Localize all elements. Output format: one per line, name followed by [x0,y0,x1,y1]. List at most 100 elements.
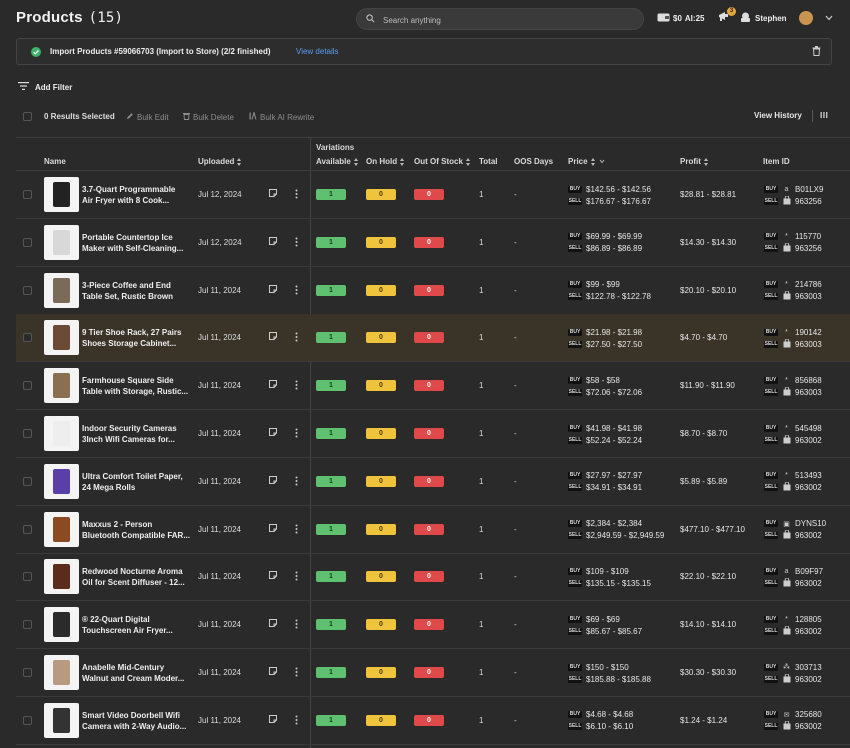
credits-widget[interactable]: $0 AI:25 [657,13,704,24]
sell-item-id[interactable]: 963003 [795,292,822,301]
row-checkbox[interactable] [23,620,32,630]
more-options-icon[interactable] [295,380,298,392]
more-options-icon[interactable] [295,285,298,297]
sort-icon[interactable] [465,157,471,166]
available-count[interactable]: 1 [316,284,346,296]
out-of-stock-count[interactable]: 0 [414,475,444,487]
table-row[interactable]: Farmhouse Square Side Table with Storage,… [16,362,850,411]
sell-item-id[interactable]: 963002 [795,722,822,731]
sell-item-id[interactable]: 963256 [795,244,822,253]
buy-item-id[interactable]: 513493 [795,471,822,480]
buy-item-id[interactable]: DYNS10 [795,519,826,528]
product-name[interactable]: Smart Video Doorbell Wifi Camera with 2-W… [82,710,194,732]
avatar[interactable] [798,11,813,25]
product-thumbnail[interactable] [44,272,79,308]
out-of-stock-count[interactable]: 0 [414,189,444,200]
row-checkbox[interactable] [23,285,32,295]
more-options-icon[interactable] [295,619,298,631]
sort-icon[interactable] [590,157,596,166]
table-row[interactable]: Anabelle Mid-Century Walnut and Cream Mod… [16,649,850,697]
on-hold-count[interactable]: 0 [366,236,396,248]
out-of-stock-count[interactable]: 0 [414,523,444,535]
note-icon[interactable] [269,332,277,342]
out-of-stock-count[interactable]: 0 [414,332,444,344]
product-thumbnail[interactable] [44,559,79,595]
row-checkbox[interactable] [23,333,32,343]
sell-item-id[interactable]: 963002 [795,436,822,445]
product-thumbnail[interactable] [44,607,79,643]
on-hold-header[interactable]: On Hold [366,157,405,166]
sell-item-id[interactable]: 963256 [795,197,822,206]
buy-item-id[interactable]: 190142 [795,328,822,337]
oos-days-header[interactable]: OOS Days [514,157,553,166]
product-thumbnail[interactable] [44,655,79,690]
note-icon[interactable] [269,523,277,534]
out-of-stock-count[interactable]: 0 [414,714,444,726]
more-options-icon[interactable] [295,237,298,249]
on-hold-count[interactable]: 0 [366,189,396,200]
product-name[interactable]: Ultra Comfort Toilet Paper, 24 Mega Rolls [82,471,194,493]
available-count[interactable]: 1 [316,571,346,583]
sort-icon[interactable] [703,157,709,166]
product-name[interactable]: 3.7-Quart Programmable Air Fryer with 8 C… [82,184,194,206]
note-icon[interactable] [269,475,277,486]
buy-item-id[interactable]: 128805 [795,615,822,624]
more-options-icon[interactable] [295,715,298,727]
product-name[interactable]: ® 22-Quart Digital Touchscreen Air Fryer.… [82,614,194,636]
user-menu[interactable]: Stephen [740,11,833,25]
product-thumbnail[interactable] [44,416,79,451]
out-of-stock-count[interactable]: 0 [414,428,444,439]
chevron-down-icon[interactable] [825,14,833,23]
product-name[interactable]: Anabelle Mid-Century Walnut and Cream Mod… [82,662,194,684]
row-checkbox[interactable] [23,190,32,199]
total-header[interactable]: Total [479,157,498,166]
out-of-stock-count[interactable]: 0 [414,380,444,392]
product-name[interactable]: Indoor Security Cameras 3Inch Wifi Camera… [82,423,194,445]
sort-icon[interactable] [237,157,242,166]
table-row[interactable]: 3.7-Quart Programmable Air Fryer with 8 C… [16,171,850,219]
sell-item-id[interactable]: 963002 [795,579,822,588]
table-row[interactable]: Maxxus 2 - Person Bluetooth Compatible FA… [16,506,850,554]
more-options-icon[interactable] [295,667,298,679]
bulk-ai-rewrite-button[interactable]: Bulk AI Rewrite [249,110,314,122]
available-count[interactable]: 1 [316,523,346,535]
available-count[interactable]: 1 [316,380,346,392]
bulk-delete-button[interactable]: Bulk Delete [183,112,234,122]
chevron-down-icon[interactable] [599,157,605,166]
add-filter-button[interactable]: Add Filter [18,82,72,92]
on-hold-count[interactable]: 0 [366,428,396,439]
columns-icon[interactable] [820,111,828,121]
on-hold-count[interactable]: 0 [366,475,396,487]
on-hold-count[interactable]: 0 [366,571,396,583]
more-options-icon[interactable] [295,332,298,344]
product-name[interactable]: Maxxus 2 - Person Bluetooth Compatible FA… [82,519,194,541]
sort-icon[interactable] [353,157,359,166]
table-row[interactable]: 9 Tier Shoe Rack, 27 Pairs Shoes Storage … [16,314,850,363]
more-options-icon[interactable] [295,428,298,440]
row-checkbox[interactable] [23,429,32,438]
out-of-stock-header[interactable]: Out Of Stock [414,157,471,166]
product-thumbnail[interactable] [44,368,79,404]
product-name[interactable]: 9 Tier Shoe Rack, 27 Pairs Shoes Storage … [82,327,194,349]
more-options-icon[interactable] [295,524,298,536]
more-options-icon[interactable] [295,189,298,201]
table-row[interactable]: Indoor Security Cameras 3Inch Wifi Camera… [16,410,850,458]
note-icon[interactable] [269,380,277,390]
product-thumbnail[interactable] [44,177,79,212]
table-row[interactable]: Portable Countertop Ice Maker with Self-C… [16,219,850,267]
on-hold-count[interactable]: 0 [366,667,396,678]
product-thumbnail[interactable] [44,511,79,547]
sell-item-id[interactable]: 963003 [795,340,822,349]
buy-item-id[interactable]: 303713 [795,663,822,672]
note-icon[interactable] [269,236,277,247]
available-count[interactable]: 1 [316,667,346,678]
price-header[interactable]: Price [568,157,605,166]
product-name[interactable]: Redwood Nocturne Aroma Oil for Scent Diff… [82,566,194,588]
out-of-stock-count[interactable]: 0 [414,571,444,583]
out-of-stock-count[interactable]: 0 [414,619,444,631]
product-name[interactable]: 3-Piece Coffee and End Table Set, Rustic … [82,280,194,302]
on-hold-count[interactable]: 0 [366,523,396,535]
buy-item-id[interactable]: 856868 [795,376,822,385]
sell-item-id[interactable]: 963002 [795,483,822,492]
note-icon[interactable] [269,428,277,438]
